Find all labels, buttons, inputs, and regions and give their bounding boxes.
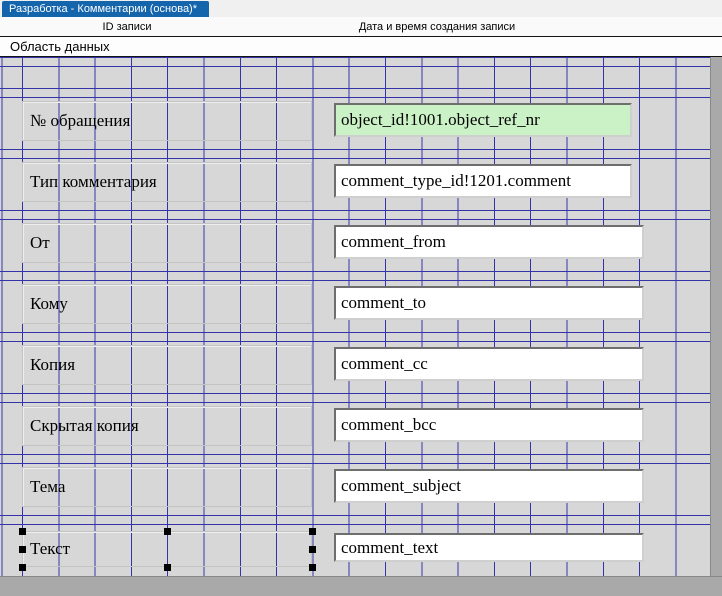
form-design-canvas[interactable]: № обращения object_id!1001.object_ref_nr Т…	[0, 57, 710, 576]
form-label-8[interactable]: Текст	[22, 531, 312, 567]
form-field-7[interactable]: comment_subject	[334, 469, 644, 503]
form-label-text: От	[30, 233, 50, 252]
selection-handle[interactable]	[18, 527, 26, 535]
form-label-text: Тип комментария	[30, 172, 157, 191]
selection-handle[interactable]	[308, 545, 316, 553]
form-field-3[interactable]: comment_from	[334, 225, 644, 259]
form-label-text: Текст	[30, 539, 71, 558]
form-label-2[interactable]: Тип комментария	[22, 162, 312, 202]
form-label-3[interactable]: От	[22, 223, 312, 263]
form-field-binding-text: comment_bcc	[341, 415, 437, 434]
form-label-text: Тема	[30, 477, 66, 496]
form-field-binding-text: object_id!1001.object_ref_nr	[341, 110, 540, 129]
form-field-binding-text: comment_from	[341, 232, 446, 251]
form-label-text: Копия	[30, 355, 76, 374]
column-header-created-datetime: Дата и время создания записи	[358, 21, 516, 33]
form-field-1[interactable]: object_id!1001.object_ref_nr	[334, 103, 632, 137]
form-field-binding-text: comment_text	[341, 537, 439, 557]
form-label-6[interactable]: Скрытая копия	[22, 406, 312, 446]
form-label-text: № обращения	[30, 111, 131, 130]
column-header-record-id: ID записи	[102, 21, 152, 33]
form-field-4[interactable]: comment_to	[334, 286, 644, 320]
bottom-gutter	[0, 576, 722, 596]
right-gutter	[710, 57, 722, 576]
selection-handle[interactable]	[163, 527, 171, 535]
data-area-band-title: Область данных	[10, 39, 110, 54]
window-tab-title: Разработка - Комментарии (основа)*	[9, 3, 197, 15]
form-field-binding-text: comment_to	[341, 293, 426, 312]
selection-handle[interactable]	[18, 563, 26, 571]
column-header-band: ID записи Дата и время создания записи	[0, 17, 722, 37]
form-field-binding-text: comment_subject	[341, 476, 461, 495]
form-label-text: Скрытая копия	[30, 416, 139, 435]
data-area-band[interactable]: Область данных	[0, 37, 722, 57]
form-field-2[interactable]: comment_type_id!1201.comment	[334, 164, 632, 198]
form-label-7[interactable]: Тема	[22, 467, 312, 507]
form-label-5[interactable]: Копия	[22, 345, 312, 385]
selection-handle[interactable]	[163, 563, 171, 571]
form-label-4[interactable]: Кому	[22, 284, 312, 324]
form-field-6[interactable]: comment_bcc	[334, 408, 644, 442]
form-field-8[interactable]: comment_text	[334, 533, 644, 562]
selection-handle[interactable]	[308, 527, 316, 535]
form-designer-window: Разработка - Комментарии (основа)* ID за…	[0, 0, 722, 596]
selection-handle[interactable]	[18, 545, 26, 553]
form-label-1[interactable]: № обращения	[22, 101, 312, 141]
form-field-5[interactable]: comment_cc	[334, 347, 644, 381]
form-label-text: Кому	[30, 294, 68, 313]
form-field-binding-text: comment_type_id!1201.comment	[341, 171, 571, 190]
window-tab[interactable]: Разработка - Комментарии (основа)*	[2, 1, 209, 17]
selection-handle[interactable]	[308, 563, 316, 571]
form-field-binding-text: comment_cc	[341, 354, 428, 373]
